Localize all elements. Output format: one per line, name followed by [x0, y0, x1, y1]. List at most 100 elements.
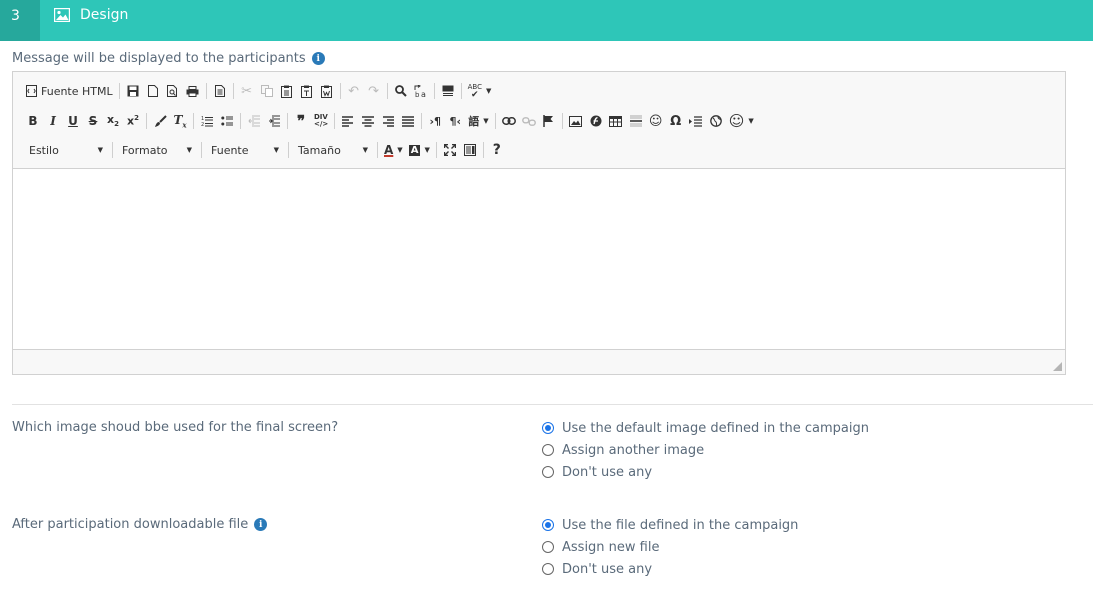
div-icon: DIV </>: [314, 113, 329, 128]
paste-text-button[interactable]: [297, 80, 317, 102]
bold-button[interactable]: B: [23, 110, 43, 132]
about-button[interactable]: ?: [487, 139, 507, 161]
horizontal-rule-button[interactable]: [626, 110, 646, 132]
find-button[interactable]: [391, 80, 411, 102]
numbered-list-button[interactable]: 12: [197, 110, 217, 132]
justify-icon: [402, 115, 415, 127]
source-html-button[interactable]: Fuente HTML: [23, 80, 116, 102]
strike-button[interactable]: S: [83, 110, 103, 132]
radio-selected-icon[interactable]: [542, 519, 554, 531]
indent-icon: [268, 115, 280, 127]
outdent-icon: [247, 115, 260, 127]
blockquote-button[interactable]: ❞: [291, 110, 311, 132]
create-div-button[interactable]: DIV </>: [311, 110, 331, 132]
download-file-option-none[interactable]: Don't use any: [542, 558, 798, 580]
radio-icon[interactable]: [542, 563, 554, 575]
message-label-text: Message will be displayed to the partici…: [12, 51, 306, 66]
replace-button[interactable]: ab: [411, 80, 431, 102]
radio-icon[interactable]: [542, 444, 554, 456]
bullet-list-button[interactable]: [217, 110, 237, 132]
smiley-button[interactable]: ☺: [646, 110, 666, 132]
undo-button[interactable]: ↶: [344, 80, 364, 102]
final-image-option-none[interactable]: Don't use any: [542, 461, 869, 483]
paste-text-icon: [301, 85, 313, 98]
resize-handle-icon[interactable]: [1053, 362, 1062, 371]
replace-icon: ab: [414, 84, 426, 98]
font-select[interactable]: Fuente ▼: [205, 139, 285, 161]
svg-text:2: 2: [201, 122, 204, 127]
smiley-icon: ☺: [648, 113, 663, 129]
outdent-button[interactable]: [244, 110, 264, 132]
save-button[interactable]: [123, 80, 143, 102]
size-select[interactable]: Tamaño ▼: [292, 139, 374, 161]
remove-format-button[interactable]: Tx: [170, 110, 190, 132]
italic-button[interactable]: I: [43, 110, 63, 132]
toolbar-separator: [118, 83, 120, 99]
remove-format-icon: Tx: [173, 112, 187, 130]
subscript-button[interactable]: x2: [103, 110, 123, 132]
language-button[interactable]: 語 ▼: [465, 110, 491, 132]
maximize-button[interactable]: [440, 139, 460, 161]
toolbar-separator: [288, 142, 289, 158]
select-all-icon: [442, 85, 454, 96]
align-right-button[interactable]: [378, 110, 398, 132]
final-image-option-assign[interactable]: Assign another image: [542, 439, 869, 461]
ltr-button[interactable]: ›¶: [425, 110, 445, 132]
flash-icon: [590, 115, 602, 127]
info-icon[interactable]: i: [311, 52, 325, 65]
page-break-button[interactable]: [686, 110, 706, 132]
emoji-button[interactable]: ☺ ▼: [726, 110, 757, 132]
special-char-button[interactable]: Ω: [666, 110, 686, 132]
bold-icon: B: [28, 114, 38, 128]
copy-format-button[interactable]: [150, 110, 170, 132]
anchor-button[interactable]: [539, 110, 559, 132]
justify-button[interactable]: [398, 110, 418, 132]
spellcheck-button[interactable]: ABC ✔ ▼: [465, 80, 495, 102]
maximize-icon: [443, 144, 456, 156]
format-select[interactable]: Formato ▼: [116, 139, 198, 161]
download-file-option-assign[interactable]: Assign new file: [542, 536, 798, 558]
image-button[interactable]: [566, 110, 586, 132]
toolbar-separator: [482, 142, 484, 158]
align-center-button[interactable]: [358, 110, 378, 132]
bg-color-button[interactable]: A ▼: [406, 139, 433, 161]
flash-button[interactable]: [586, 110, 606, 132]
paste-word-button[interactable]: [317, 80, 337, 102]
align-left-button[interactable]: [338, 110, 358, 132]
image-icon: [569, 115, 583, 127]
templates-button[interactable]: [210, 80, 230, 102]
style-select[interactable]: Estilo ▼: [23, 139, 109, 161]
copy-button[interactable]: [257, 80, 277, 102]
table-button[interactable]: [606, 110, 626, 132]
section-divider: [12, 404, 1093, 405]
radio-icon[interactable]: [542, 466, 554, 478]
unlink-button[interactable]: [519, 110, 539, 132]
print-button[interactable]: [183, 80, 203, 102]
link-button[interactable]: [499, 110, 519, 132]
download-file-option-default[interactable]: Use the file defined in the campaign: [542, 514, 798, 536]
final-image-options: Use the default image defined in the cam…: [542, 417, 869, 483]
info-icon[interactable]: i: [254, 518, 268, 531]
underline-button[interactable]: U: [63, 110, 83, 132]
radio-selected-icon[interactable]: [542, 422, 554, 434]
indent-button[interactable]: [264, 110, 284, 132]
final-image-option-default[interactable]: Use the default image defined in the cam…: [542, 417, 869, 439]
paste-button[interactable]: [277, 80, 297, 102]
text-color-button[interactable]: A ▼: [381, 139, 406, 161]
ltr-icon: ›¶: [429, 114, 442, 128]
cut-button[interactable]: ✂: [237, 80, 257, 102]
bullet-list-icon: [220, 116, 233, 126]
rtl-button[interactable]: ¶‹: [445, 110, 465, 132]
help-icon: ?: [492, 142, 501, 158]
redo-button[interactable]: ↷: [364, 80, 384, 102]
preview-button[interactable]: [163, 80, 183, 102]
new-page-button[interactable]: [143, 80, 163, 102]
radio-icon[interactable]: [542, 541, 554, 553]
editor-content-area[interactable]: [13, 169, 1065, 349]
iframe-button[interactable]: [706, 110, 726, 132]
superscript-button[interactable]: x2: [123, 110, 143, 132]
toolbar-separator: [433, 83, 435, 99]
section-header: 3 Design: [0, 0, 1093, 41]
select-all-button[interactable]: [438, 80, 458, 102]
show-blocks-button[interactable]: [460, 139, 480, 161]
